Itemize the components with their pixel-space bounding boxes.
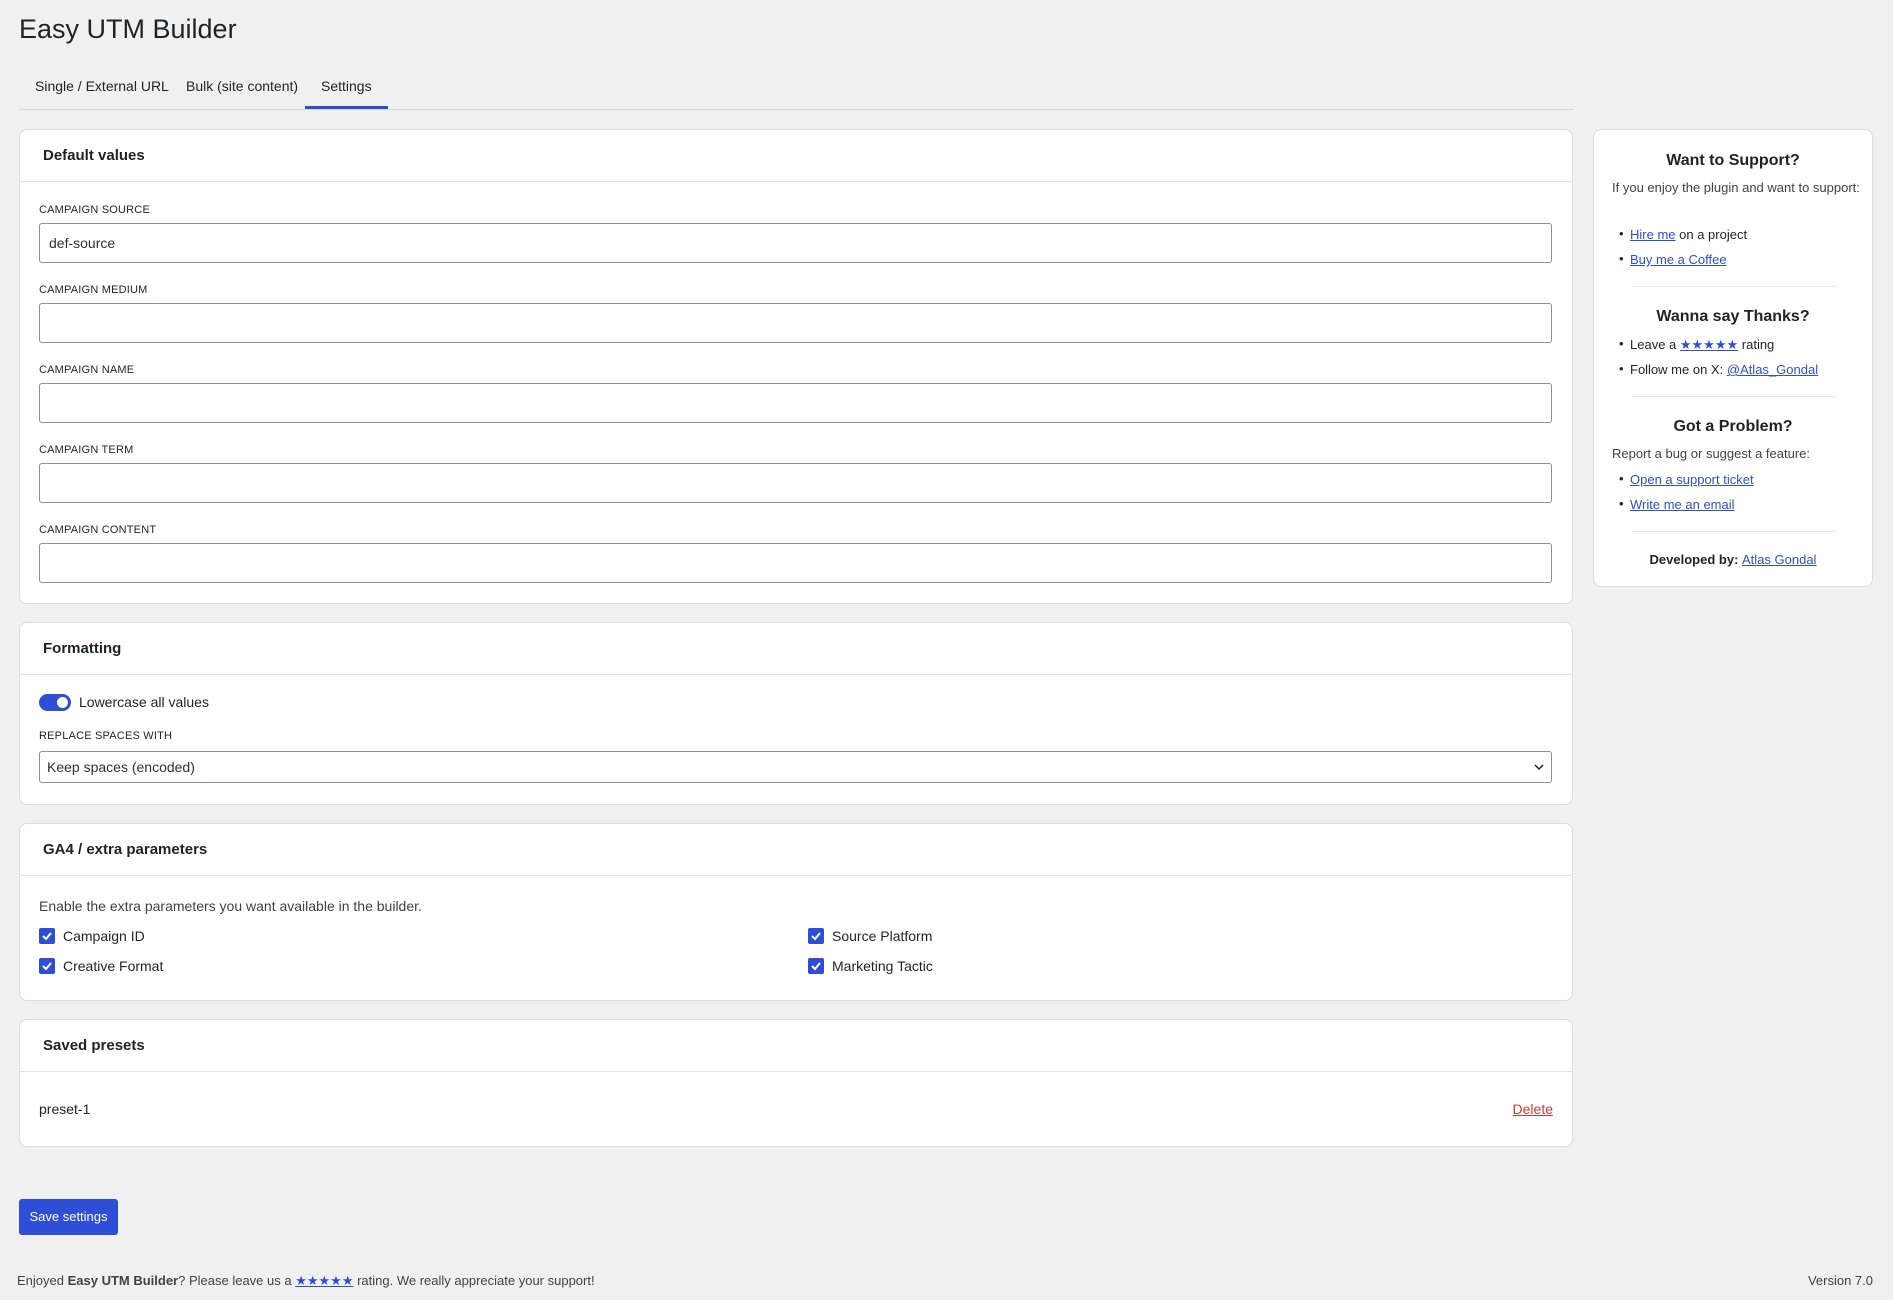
default-values-card: Default values CAMPAIGN SOURCE CAMPAIGN … bbox=[19, 129, 1573, 604]
footer-plugin-name: Easy UTM Builder bbox=[67, 1273, 179, 1288]
twitter-link[interactable]: @Atlas_Gondal bbox=[1727, 362, 1818, 377]
lowercase-toggle[interactable] bbox=[39, 694, 71, 711]
coffee-item: Buy me a Coffee bbox=[1614, 251, 1727, 267]
campaign-medium-input[interactable] bbox=[39, 303, 1552, 343]
thanks-title: Wanna say Thanks? bbox=[1656, 308, 1810, 325]
developed-by-prefix: Developed by: bbox=[1649, 552, 1743, 567]
rating-prefix: Leave a bbox=[1630, 337, 1680, 352]
version-label: Version 7.0 bbox=[1807, 1273, 1873, 1288]
developer-link[interactable]: Atlas Gondal bbox=[1742, 552, 1816, 567]
support-text: If you enjoy the plugin and want to supp… bbox=[1612, 180, 1860, 195]
formatting-heading: Formatting bbox=[20, 623, 1572, 675]
checkmark-icon bbox=[42, 962, 52, 971]
chevron-down-icon bbox=[1534, 752, 1544, 793]
footer-rating-link[interactable]: ★★★★★ bbox=[295, 1273, 353, 1288]
developed-by: Developed by: Atlas Gondal bbox=[1594, 552, 1872, 567]
support-ticket-link[interactable]: Open a support ticket bbox=[1630, 472, 1754, 487]
campaign-term-label: CAMPAIGN TERM bbox=[39, 444, 134, 456]
sidebar-divider bbox=[1632, 286, 1836, 287]
preset-name: preset-1 bbox=[39, 1101, 91, 1117]
saved-presets-heading: Saved presets bbox=[20, 1020, 1572, 1072]
ga4-params-heading: GA4 / extra parameters bbox=[20, 824, 1572, 876]
creative-format-label: Creative Format bbox=[63, 958, 164, 974]
campaign-id-checkbox[interactable] bbox=[39, 928, 55, 944]
sidebar-divider bbox=[1632, 396, 1836, 397]
ga4-description: Enable the extra parameters you want ava… bbox=[39, 898, 422, 914]
page-title: Easy UTM Builder bbox=[19, 14, 237, 44]
sidebar-divider bbox=[1632, 531, 1836, 532]
source-platform-label: Source Platform bbox=[832, 928, 933, 944]
campaign-source-input[interactable] bbox=[39, 223, 1552, 263]
lowercase-toggle-label: Lowercase all values bbox=[79, 694, 209, 710]
follow-prefix: Follow me on X: bbox=[1630, 362, 1727, 377]
support-sidebar: Want to Support? If you enjoy the plugin… bbox=[1593, 129, 1873, 587]
checkmark-icon bbox=[42, 932, 52, 941]
tab-settings[interactable]: Settings bbox=[305, 70, 388, 109]
campaign-content-input[interactable] bbox=[39, 543, 1552, 583]
campaign-term-input[interactable] bbox=[39, 463, 1552, 503]
default-values-heading: Default values bbox=[20, 130, 1572, 182]
saved-presets-card: Saved presets preset-1 Delete bbox=[19, 1019, 1573, 1147]
save-settings-button[interactable]: Save settings bbox=[19, 1199, 118, 1235]
campaign-medium-label: CAMPAIGN MEDIUM bbox=[39, 284, 148, 296]
ga4-params-card: GA4 / extra parameters Enable the extra … bbox=[19, 823, 1573, 1001]
campaign-source-label: CAMPAIGN SOURCE bbox=[39, 204, 150, 216]
marketing-tactic-label: Marketing Tactic bbox=[832, 958, 933, 974]
footer-text: Enjoyed Easy UTM Builder? Please leave u… bbox=[17, 1273, 595, 1289]
source-platform-checkbox[interactable] bbox=[808, 928, 824, 944]
creative-format-checkbox[interactable] bbox=[39, 958, 55, 974]
problem-text: Report a bug or suggest a feature: bbox=[1612, 446, 1811, 461]
footer-middle: ? Please leave us a bbox=[178, 1273, 296, 1288]
hire-me-item: Hire me on a project bbox=[1614, 226, 1748, 242]
checkmark-icon bbox=[811, 962, 821, 971]
formatting-card: Formatting Lowercase all values REPLACE … bbox=[19, 622, 1573, 805]
campaign-name-input[interactable] bbox=[39, 383, 1552, 423]
problem-title: Got a Problem? bbox=[1673, 418, 1793, 435]
tab-bar: Single / External URL Bulk (site content… bbox=[19, 70, 1574, 110]
marketing-tactic-checkbox[interactable] bbox=[808, 958, 824, 974]
email-link[interactable]: Write me an email bbox=[1630, 497, 1735, 512]
toggle-knob bbox=[57, 697, 68, 708]
delete-preset-link[interactable]: Delete bbox=[1513, 1101, 1553, 1117]
hire-me-suffix: on a project bbox=[1675, 227, 1748, 242]
support-title: Want to Support? bbox=[1666, 152, 1800, 169]
hire-me-link[interactable]: Hire me bbox=[1630, 227, 1676, 242]
email-item: Write me an email bbox=[1614, 496, 1735, 512]
ticket-item: Open a support ticket bbox=[1614, 471, 1754, 487]
footer-suffix: rating. We really appreciate your suppor… bbox=[353, 1273, 595, 1288]
rating-stars-link[interactable]: ★★★★★ bbox=[1680, 337, 1738, 352]
rating-item: Leave a ★★★★★ rating bbox=[1614, 336, 1775, 353]
buy-coffee-link[interactable]: Buy me a Coffee bbox=[1630, 252, 1727, 267]
replace-spaces-select[interactable]: Keep spaces (encoded) bbox=[39, 751, 1552, 783]
rating-suffix: rating bbox=[1738, 337, 1775, 352]
campaign-name-label: CAMPAIGN NAME bbox=[39, 364, 135, 376]
tab-single-external-url[interactable]: Single / External URL bbox=[19, 70, 185, 108]
replace-spaces-label: REPLACE SPACES WITH bbox=[39, 730, 173, 742]
campaign-id-label: Campaign ID bbox=[63, 928, 145, 944]
follow-item: Follow me on X: @Atlas_Gondal bbox=[1614, 361, 1818, 377]
footer-prefix: Enjoyed bbox=[17, 1273, 68, 1288]
replace-spaces-value: Keep spaces (encoded) bbox=[47, 759, 195, 775]
tab-bulk-site-content[interactable]: Bulk (site content) bbox=[170, 70, 314, 108]
checkmark-icon bbox=[811, 932, 821, 941]
campaign-content-label: CAMPAIGN CONTENT bbox=[39, 524, 157, 536]
